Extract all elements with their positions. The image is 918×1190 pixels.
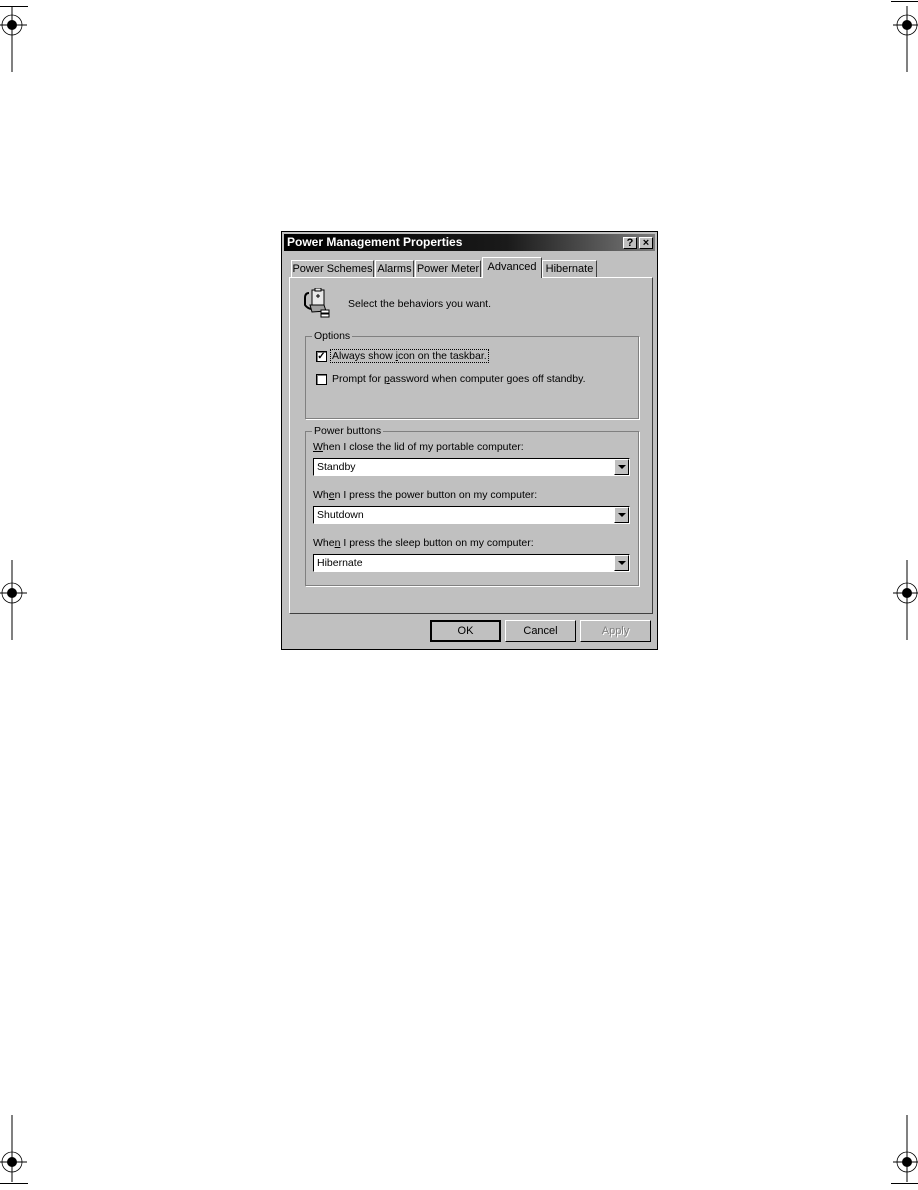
power-button-value: Shutdown	[317, 509, 364, 521]
header-instruction: Select the behaviors you want.	[348, 298, 492, 310]
advanced-tab-panel: Select the behaviors you want. Options ✓…	[289, 277, 653, 614]
tab-power-meter[interactable]: Power Meter	[415, 260, 481, 277]
sleep-button-label: When I press the sleep button on my comp…	[313, 537, 534, 549]
lid-close-value: Standby	[317, 461, 356, 473]
chevron-down-icon[interactable]	[614, 555, 629, 571]
tab-power-schemes[interactable]: Power Schemes	[291, 260, 374, 277]
prompt-password-checkbox[interactable]	[316, 373, 327, 385]
prompt-password-option[interactable]: Prompt for password when computer goes o…	[316, 372, 587, 386]
prompt-password-label[interactable]: Prompt for password when computer goes o…	[331, 373, 587, 385]
registration-mark-mid-right	[893, 560, 918, 640]
always-show-icon-label[interactable]: Always show icon on the taskbar.	[330, 349, 489, 363]
options-group-label: Options	[312, 329, 353, 343]
power-management-dialog: Power Management Properties ? × Power Sc…	[281, 231, 658, 650]
always-show-icon-option[interactable]: ✓ Always show icon on the taskbar.	[316, 349, 489, 363]
registration-mark-bottom-right	[893, 1115, 918, 1182]
ok-button[interactable]: OK	[430, 620, 501, 642]
tab-alarms[interactable]: Alarms	[375, 260, 414, 277]
registration-mark-top-right	[893, 6, 918, 72]
chevron-down-icon[interactable]	[614, 459, 629, 475]
crop-line-top-left	[0, 6, 28, 7]
power-plug-battery-icon	[304, 288, 330, 318]
crop-line-bottom-left	[0, 1183, 28, 1184]
title-bar[interactable]: Power Management Properties ? ×	[284, 234, 655, 251]
sleep-button-dropdown[interactable]: Hibernate	[313, 554, 630, 572]
tab-hibernate[interactable]: Hibernate	[542, 260, 597, 277]
lid-close-dropdown[interactable]: Standby	[313, 458, 630, 476]
power-button-label: When I press the power button on my comp…	[313, 489, 538, 501]
power-buttons-groupbox: Power buttons When I close the lid of my…	[305, 424, 639, 586]
registration-mark-mid-left	[0, 560, 27, 640]
always-show-icon-checkbox[interactable]: ✓	[316, 350, 327, 362]
options-groupbox: Options ✓ Always show icon on the taskba…	[305, 329, 639, 419]
cancel-button[interactable]: Cancel	[505, 620, 576, 642]
window-title: Power Management Properties	[287, 235, 463, 249]
apply-button: Apply	[580, 620, 651, 642]
registration-mark-bottom-left	[0, 1115, 27, 1182]
power-button-dropdown[interactable]: Shutdown	[313, 506, 630, 524]
help-button[interactable]: ?	[623, 237, 637, 249]
power-buttons-group-label: Power buttons	[312, 424, 384, 438]
registration-mark-top-left	[0, 6, 27, 72]
crop-line-bottom-right	[891, 1183, 918, 1184]
lid-close-label: When I close the lid of my portable comp…	[313, 441, 524, 453]
tab-advanced[interactable]: Advanced	[482, 257, 542, 278]
crop-line-top-right	[891, 1, 918, 2]
sleep-button-value: Hibernate	[317, 557, 363, 569]
chevron-down-icon[interactable]	[614, 507, 629, 523]
close-button[interactable]: ×	[639, 237, 653, 249]
